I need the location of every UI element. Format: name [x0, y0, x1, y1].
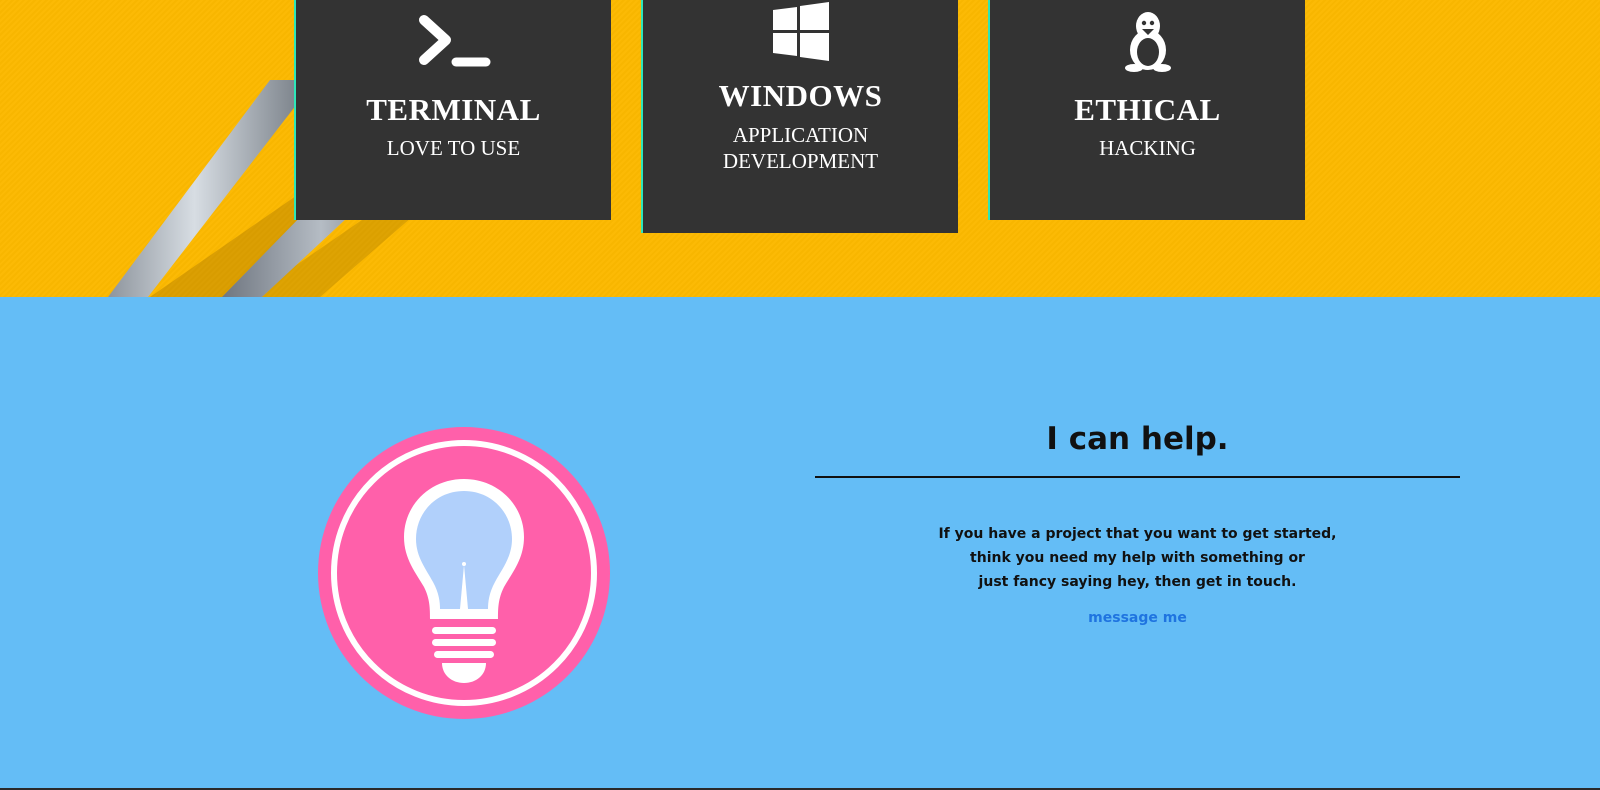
- service-subtitle-line: APPLICATION: [732, 123, 869, 147]
- service-card-ethical-hacking: ETHICAL HACKING: [988, 0, 1305, 220]
- service-card-windows: WINDOWS APPLICATION DEVELOPMENT: [641, 0, 958, 233]
- help-title: I can help.: [1046, 421, 1229, 457]
- linux-penguin-icon: [1124, 12, 1171, 72]
- service-title: TERMINAL: [366, 92, 541, 127]
- help-description: If you have a project that you want to g…: [815, 522, 1460, 594]
- service-subtitle-line: DEVELOPMENT: [722, 149, 879, 173]
- help-section: I can help. If you have a project that y…: [0, 297, 1600, 790]
- help-text-line: think you need my help with something or: [970, 550, 1305, 566]
- service-title: ETHICAL: [1074, 92, 1221, 127]
- terminal-icon: [418, 15, 490, 67]
- hero-section: TERMINAL LOVE TO USE WINDOWS APPLICATION…: [0, 0, 1600, 297]
- service-subtitle: LOVE TO USE: [386, 136, 521, 160]
- help-text-line: just fancy saying hey, then get in touch…: [978, 574, 1297, 590]
- message-me-link[interactable]: message me: [815, 610, 1460, 626]
- help-text-line: If you have a project that you want to g…: [938, 526, 1337, 542]
- lightbulb-icon: [318, 427, 610, 719]
- service-subtitle: HACKING: [1099, 136, 1196, 160]
- service-title: WINDOWS: [718, 78, 883, 113]
- windows-logo-icon: [772, 2, 829, 61]
- service-card-terminal: TERMINAL LOVE TO USE: [294, 0, 611, 220]
- divider: [815, 476, 1460, 478]
